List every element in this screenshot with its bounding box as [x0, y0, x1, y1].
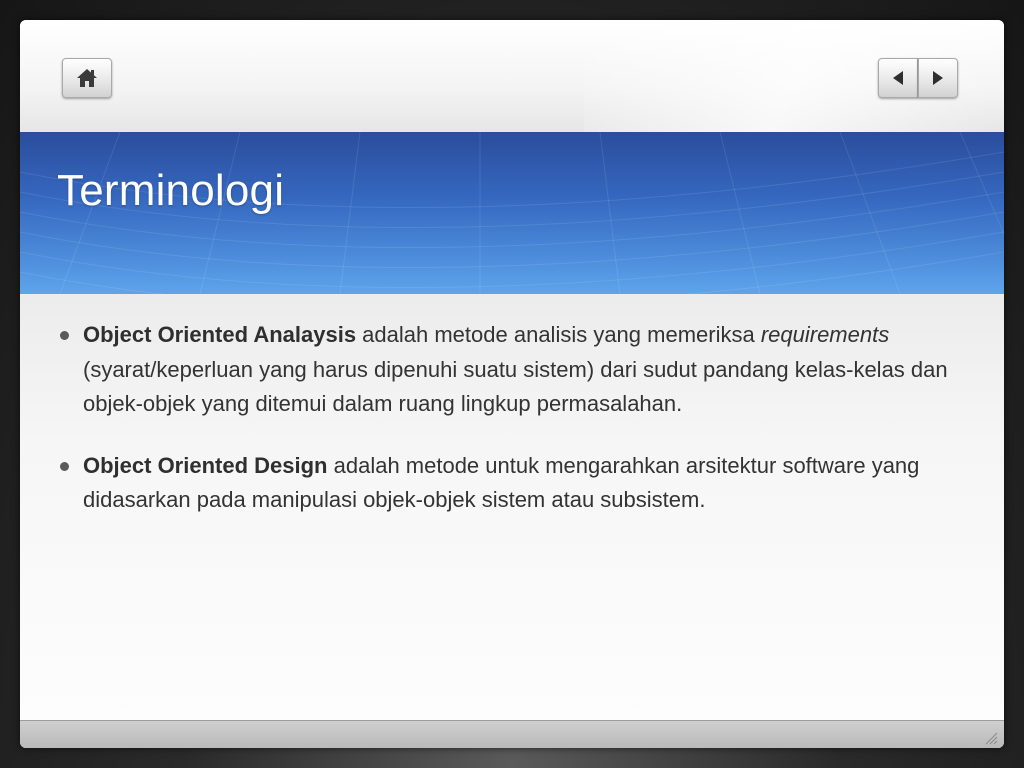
- title-band: Terminologi: [20, 132, 1004, 294]
- resize-grip-icon[interactable]: [984, 731, 998, 745]
- bullet-term: Object Oriented Analaysis: [83, 322, 357, 347]
- navigation-bar: [20, 20, 1004, 132]
- triangle-left-icon: [893, 71, 903, 85]
- bullet-text: adalah metode analisis yang memeriksa: [356, 322, 761, 347]
- bullet-item: Object Oriented Analaysis adalah metode …: [60, 318, 960, 422]
- home-icon: [77, 69, 97, 87]
- bullet-list: Object Oriented Analaysis adalah metode …: [60, 318, 960, 545]
- bullet-term: Object Oriented Design: [83, 452, 328, 478]
- next-slide-button[interactable]: [918, 58, 958, 98]
- bullet-dot-icon: [60, 331, 69, 340]
- slide-title: Terminologi: [57, 166, 285, 215]
- slide-navigation: [878, 58, 958, 98]
- home-button[interactable]: [62, 58, 112, 98]
- previous-slide-button[interactable]: [878, 58, 918, 98]
- slide: Terminologi Object Oriented Analaysis ad…: [20, 20, 1004, 748]
- triangle-right-icon: [933, 71, 943, 85]
- bullet-text: (syarat/keperluan yang harus dipenuhi su…: [83, 356, 948, 417]
- slide-content: Object Oriented Analaysis adalah metode …: [20, 294, 1004, 720]
- bullet-item: Object Oriented Design adalah metode unt…: [60, 449, 960, 518]
- footer-bar: [20, 720, 1004, 748]
- bullet-dot-icon: [60, 461, 69, 471]
- bullet-emphasis: requirements: [760, 322, 890, 347]
